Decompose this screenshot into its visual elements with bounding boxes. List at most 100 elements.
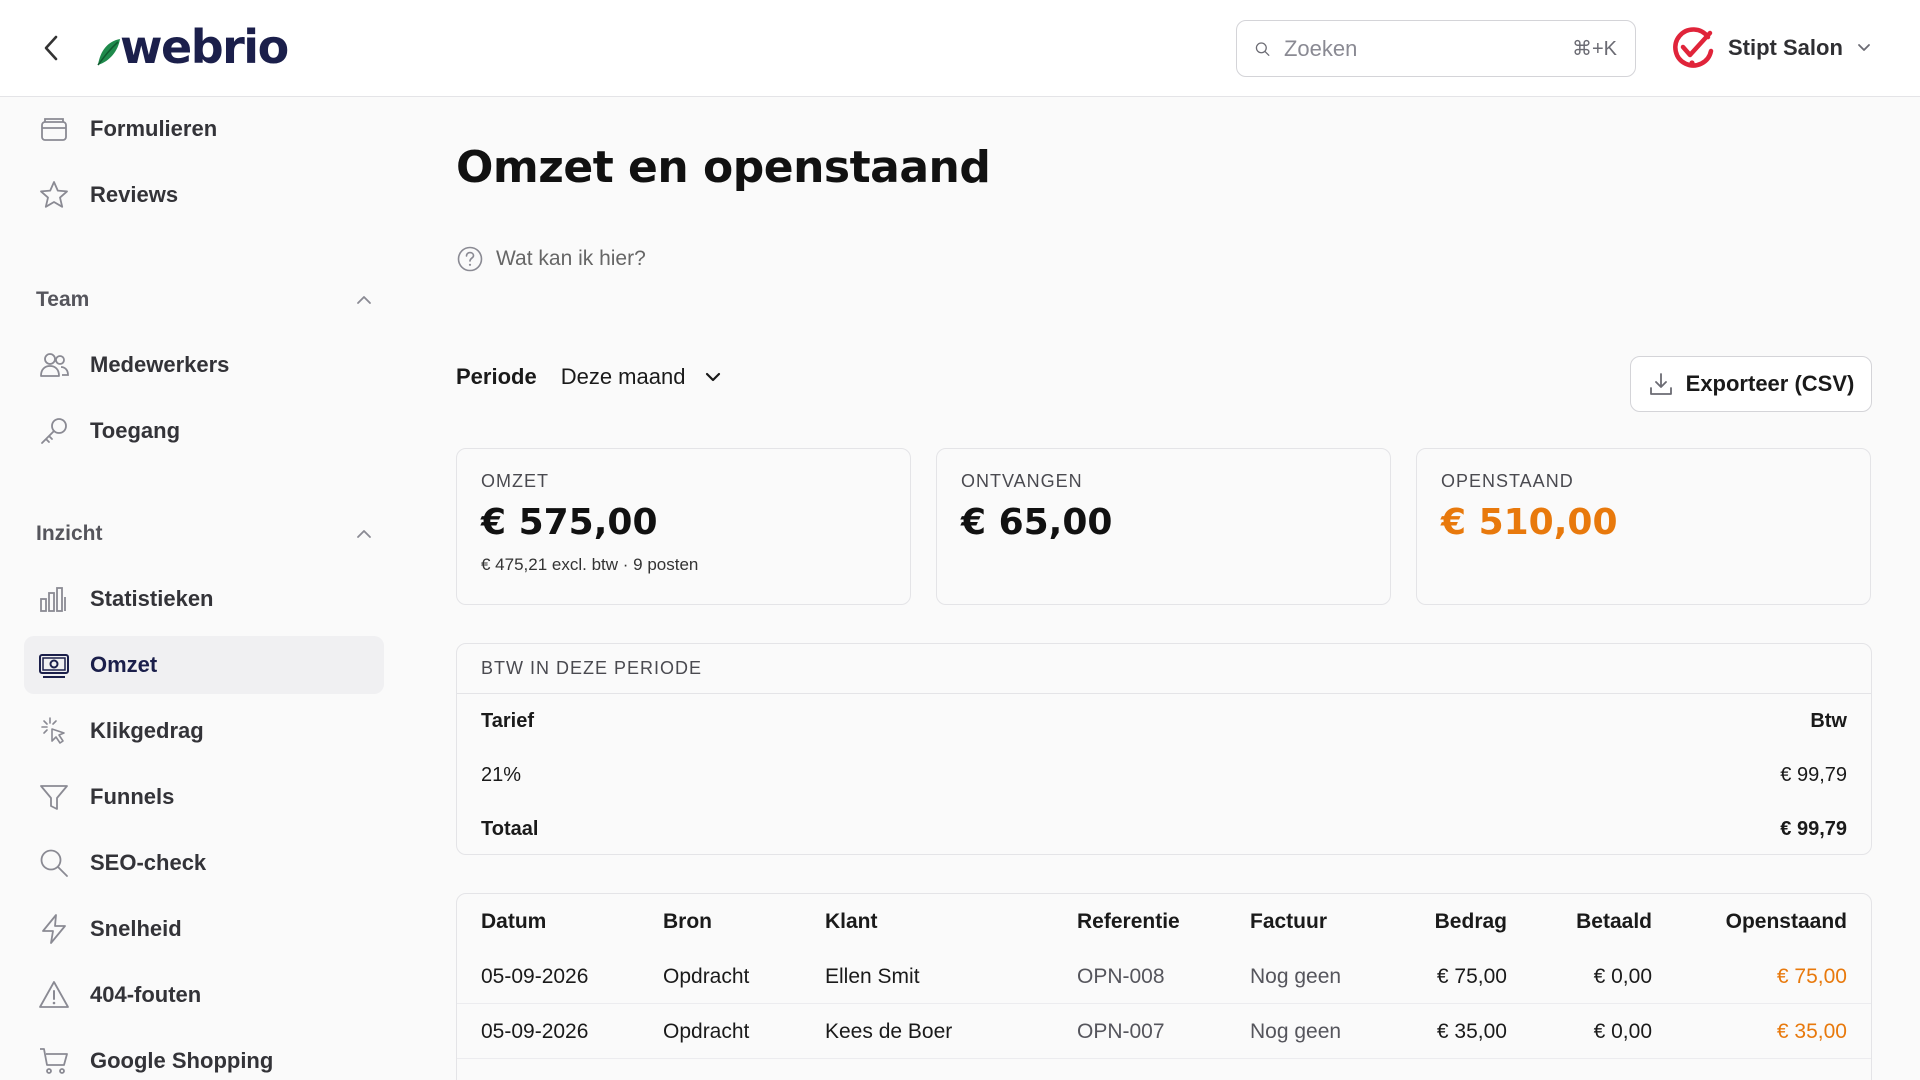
section-title-inzicht: Inzicht bbox=[36, 522, 103, 545]
column-header-betaald[interactable]: Betaald bbox=[1576, 910, 1652, 934]
column-header-bron[interactable]: Bron bbox=[663, 910, 712, 934]
column-header-datum[interactable]: Datum bbox=[481, 910, 546, 934]
account-switcher[interactable]: Stipt Salon bbox=[1670, 24, 1871, 72]
search-icon bbox=[38, 847, 70, 879]
form-icon bbox=[38, 113, 70, 145]
back-button[interactable] bbox=[38, 30, 64, 66]
account-name: Stipt Salon bbox=[1728, 35, 1843, 60]
sidebar-item-google-shopping[interactable]: Google Shopping bbox=[24, 1032, 384, 1080]
cell-bedrag: € 35,00 bbox=[1436, 1020, 1507, 1043]
card-label: ONTVANGEN bbox=[961, 471, 1083, 491]
users-icon bbox=[38, 349, 70, 381]
sidebar-item-formulieren[interactable]: Formulieren bbox=[24, 100, 384, 158]
card-value: € 510,00 bbox=[1441, 502, 1618, 543]
account-logo-icon bbox=[1673, 27, 1714, 68]
sidebar-item-label: Snelheid bbox=[90, 916, 182, 941]
cell-bron: Opdracht bbox=[663, 965, 750, 988]
chevron-left-icon bbox=[44, 35, 58, 61]
card-ontvangen: ONTVANGEN € 65,00 bbox=[936, 448, 1391, 605]
download-icon bbox=[1649, 373, 1672, 395]
cell-openstaand: € 35,00 bbox=[1776, 1020, 1847, 1043]
column-header-bedrag[interactable]: Bedrag bbox=[1435, 910, 1507, 934]
sidebar-item-label: Omzet bbox=[90, 652, 158, 677]
period-filter: Periode Deze maand bbox=[456, 364, 721, 390]
export-csv-button[interactable]: Exporteer (CSV) bbox=[1630, 356, 1872, 412]
card-value: € 65,00 bbox=[961, 502, 1113, 543]
cell-factuur: Nog geen bbox=[1250, 1020, 1342, 1043]
sidebar-item-label: Funnels bbox=[90, 784, 175, 809]
lightning-icon bbox=[38, 913, 70, 945]
cell-datum: 05-09-2026 bbox=[481, 965, 589, 988]
cell-betaald: € 0,00 bbox=[1593, 1020, 1652, 1043]
sidebar-item-reviews[interactable]: Reviews bbox=[24, 166, 384, 224]
vat-rate: 21% bbox=[481, 763, 522, 786]
period-label: Periode bbox=[456, 364, 537, 389]
top-bar: webrio ⌘+K Stipt Salon bbox=[0, 0, 1920, 97]
chevron-down-icon bbox=[706, 372, 721, 382]
vat-total-row: Totaal € 99,79 bbox=[457, 802, 1871, 854]
sidebar-item-label: Google Shopping bbox=[90, 1048, 274, 1073]
money-icon bbox=[38, 649, 70, 681]
sidebar-item-label: Toegang bbox=[90, 418, 181, 443]
vat-col-rate: Tarief bbox=[481, 709, 534, 732]
vat-total-value: € 99,79 bbox=[1780, 817, 1847, 840]
card-label: OPENSTAAND bbox=[1441, 471, 1574, 491]
help-link[interactable]: Wat kan ik hier? bbox=[456, 245, 646, 273]
sidebar-item-snelheid[interactable]: Snelheid bbox=[24, 900, 384, 958]
chevron-up-icon bbox=[357, 530, 371, 538]
card-subtext: € 475,21 excl. btw · 9 posten bbox=[481, 555, 699, 574]
click-icon bbox=[38, 715, 70, 747]
sidebar-item-medewerkers[interactable]: Medewerkers bbox=[24, 336, 384, 394]
section-inzicht-toggle[interactable]: Inzicht bbox=[36, 514, 372, 554]
star-icon bbox=[38, 179, 70, 211]
sidebar-item-seo-check[interactable]: SEO-check bbox=[24, 834, 384, 892]
key-icon bbox=[38, 415, 70, 447]
export-label: Exporteer (CSV) bbox=[1685, 371, 1855, 396]
period-select[interactable]: Deze maand bbox=[561, 364, 722, 390]
brand-name: webrio bbox=[120, 20, 289, 74]
cell-bron: Opdracht bbox=[663, 1020, 750, 1043]
sidebar: Formulieren Reviews Team Medewerkers Toe… bbox=[0, 98, 400, 1080]
cell-referentie: OPN-007 bbox=[1077, 1020, 1165, 1043]
vat-total-label: Totaal bbox=[481, 817, 539, 840]
cell-klant: Kees de Boer bbox=[825, 1020, 953, 1043]
column-header-referentie[interactable]: Referentie bbox=[1077, 910, 1180, 934]
chevron-up-icon bbox=[357, 296, 371, 304]
sidebar-item-404-fouten[interactable]: 404-fouten bbox=[24, 966, 384, 1024]
sidebar-item-label: Formulieren bbox=[90, 116, 218, 141]
search-box[interactable]: ⌘+K bbox=[1236, 20, 1636, 77]
table-row[interactable]: 05-09-2026 Opdracht Ellen Smit OPN-008 N… bbox=[457, 949, 1871, 1004]
vat-col-vat: Btw bbox=[1810, 709, 1847, 732]
sidebar-item-label: Statistieken bbox=[90, 586, 214, 611]
cell-referentie: OPN-008 bbox=[1077, 965, 1165, 988]
search-input[interactable] bbox=[1283, 35, 1572, 62]
transactions-table: Datum Bron Klant Referentie Factuur Bedr… bbox=[456, 893, 1872, 1080]
card-omzet: OMZET € 575,00 € 475,21 excl. btw · 9 po… bbox=[456, 448, 911, 605]
sidebar-item-label: SEO-check bbox=[90, 850, 207, 875]
chevron-down-icon bbox=[1857, 44, 1870, 51]
sidebar-item-label: Reviews bbox=[90, 182, 179, 207]
column-header-factuur[interactable]: Factuur bbox=[1250, 910, 1327, 934]
card-openstaand: OPENSTAAND € 510,00 bbox=[1416, 448, 1871, 605]
sidebar-item-toegang[interactable]: Toegang bbox=[24, 402, 384, 460]
sidebar-item-label: Medewerkers bbox=[90, 352, 230, 377]
column-header-openstaand[interactable]: Openstaand bbox=[1726, 910, 1847, 934]
section-team-toggle[interactable]: Team bbox=[36, 280, 372, 320]
sidebar-item-klikgedrag[interactable]: Klikgedrag bbox=[24, 702, 384, 760]
leaf-logo-icon bbox=[97, 39, 120, 66]
sidebar-item-omzet[interactable]: Omzet bbox=[24, 636, 384, 694]
sidebar-item-statistieken[interactable]: Statistieken bbox=[24, 570, 384, 628]
warning-icon bbox=[38, 979, 70, 1011]
sidebar-item-funnels[interactable]: Funnels bbox=[24, 768, 384, 826]
bar-chart-icon bbox=[38, 583, 70, 615]
brand-logo[interactable]: webrio bbox=[96, 20, 289, 74]
sidebar-item-label: Klikgedrag bbox=[90, 718, 204, 743]
funnel-icon bbox=[38, 781, 70, 813]
vat-panel-title: BTW IN DEZE PERIODE bbox=[457, 644, 1871, 694]
cart-icon bbox=[38, 1045, 70, 1077]
column-header-klant[interactable]: Klant bbox=[825, 910, 878, 934]
search-shortcut: ⌘+K bbox=[1571, 38, 1617, 60]
period-value: Deze maand bbox=[560, 364, 686, 389]
cell-openstaand: € 75,00 bbox=[1776, 965, 1847, 988]
table-row[interactable]: 05-09-2026 Opdracht Kees de Boer OPN-007… bbox=[457, 1004, 1871, 1059]
